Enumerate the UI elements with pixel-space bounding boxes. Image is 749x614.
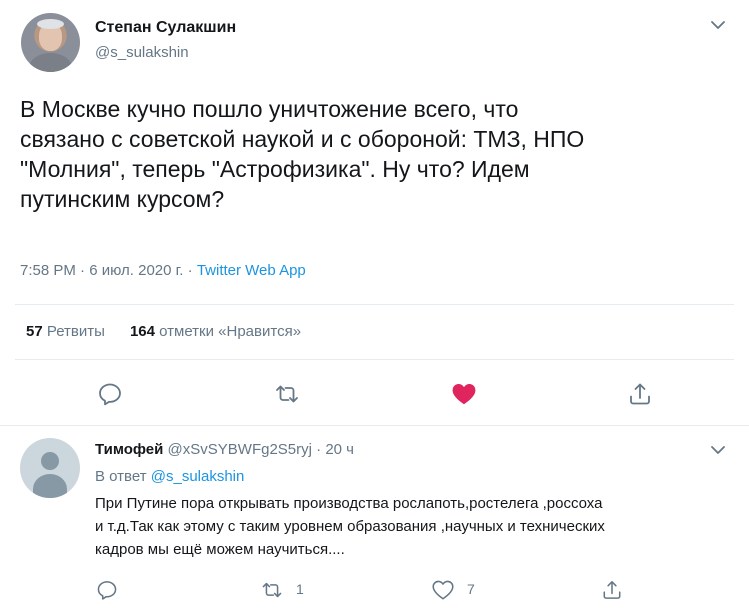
likes-count: 164	[129, 323, 155, 340]
likes-label: отметки «Нравится»	[159, 323, 302, 340]
meta-separator: ·	[75, 262, 90, 279]
divider	[0, 425, 749, 426]
retweet-icon[interactable]	[260, 578, 284, 602]
reply-author-name[interactable]: Тимофей	[95, 441, 163, 458]
heart-icon[interactable]	[450, 380, 478, 408]
author-avatar[interactable]	[21, 13, 80, 72]
tweet-text: В Москве кучно пошло уничтожение всего, …	[20, 96, 585, 212]
reply-like-count: 7	[467, 581, 475, 597]
reply-context: В ответ @s_sulakshin	[95, 468, 244, 485]
reply-icon[interactable]	[96, 380, 124, 408]
chevron-down-icon[interactable]	[708, 18, 728, 32]
reply-context-handle[interactable]: @s_sulakshin	[151, 468, 245, 485]
retweets-label: Ретвиты	[46, 323, 105, 340]
reply-retweet-count: 1	[296, 581, 304, 597]
author-handle[interactable]: @s_sulakshin	[95, 44, 189, 61]
reply-icon[interactable]	[95, 578, 119, 602]
reply-header: Тимофей @xSvSYBWFg2S5ryj · 20 ч	[95, 441, 354, 458]
likes-stat[interactable]: 164 отметки «Нравится»	[130, 323, 301, 340]
tweet-date[interactable]: 6 июл. 2020 г.	[89, 262, 183, 279]
retweets-stat[interactable]: 57 Ретвиты	[26, 323, 105, 340]
reply-author-avatar[interactable]	[20, 438, 80, 498]
heart-icon[interactable]	[431, 578, 455, 602]
tweet-stats: 57 Ретвиты 164 отметки «Нравится»	[26, 323, 301, 340]
reply-context-prefix: В ответ	[95, 468, 151, 485]
tweet-time[interactable]: 7:58 PM	[20, 262, 76, 279]
tweet-source-link[interactable]: Twitter Web App	[197, 262, 306, 279]
meta-separator: ·	[311, 441, 326, 458]
retweets-count: 57	[26, 323, 43, 340]
retweet-icon[interactable]	[273, 380, 301, 408]
chevron-down-icon[interactable]	[708, 443, 728, 457]
share-icon[interactable]	[626, 380, 654, 408]
divider	[15, 359, 734, 360]
share-icon[interactable]	[600, 578, 624, 602]
divider	[15, 304, 734, 305]
reply-age[interactable]: 20 ч	[325, 441, 354, 458]
tweet-meta: 7:58 PM · 6 июл. 2020 г. · Twitter Web A…	[20, 262, 306, 279]
author-name[interactable]: Степан Сулакшин	[95, 19, 236, 37]
meta-separator: ·	[183, 262, 197, 279]
reply-text: При Путине пора открывать производства р…	[95, 495, 605, 558]
reply-author-handle[interactable]: @xSvSYBWFg2S5ryj	[168, 441, 312, 458]
